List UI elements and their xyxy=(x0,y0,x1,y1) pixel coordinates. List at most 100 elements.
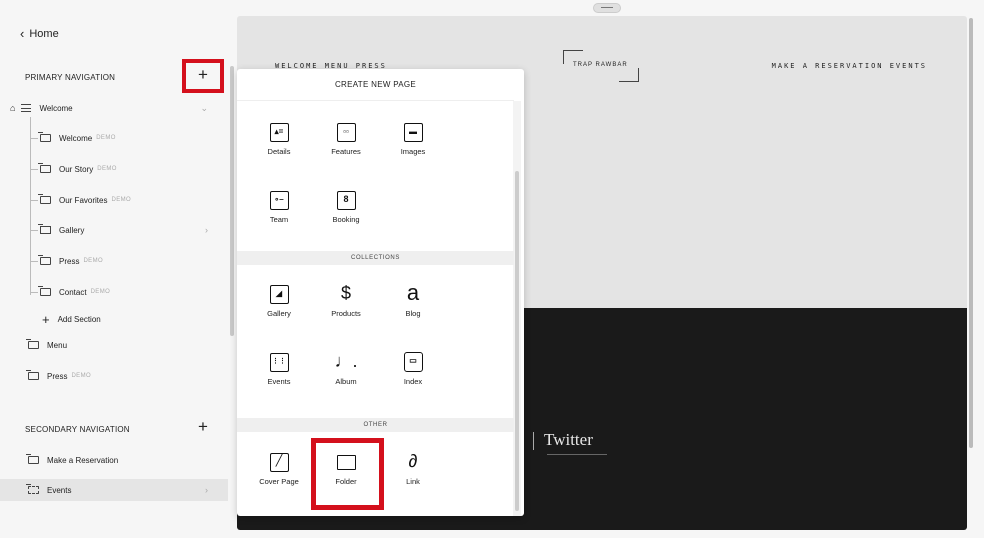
blog-icon: a xyxy=(406,280,420,305)
folder-highlight xyxy=(311,438,384,510)
demo-badge: DEMO xyxy=(90,289,111,295)
sidebar-item-our-favorites[interactable]: Our Favorites DEMO xyxy=(30,189,258,211)
tile-team[interactable]: ∘– Team xyxy=(249,181,309,237)
home-label: Home xyxy=(29,27,59,40)
sidebar-item-our-story[interactable]: Our Story DEMO xyxy=(30,158,258,180)
sidebar-item-contact[interactable]: Contact DEMO xyxy=(30,281,258,303)
plus-icon: + xyxy=(42,311,50,327)
site-nav-right[interactable]: MAKE A RESERVATION EVENTS xyxy=(772,62,927,70)
booking-icon: 8 xyxy=(316,185,376,213)
tile-booking[interactable]: 8 Booking xyxy=(316,181,376,237)
tile-label: Features xyxy=(331,147,361,156)
team-icon: ∘– xyxy=(249,185,309,213)
page-icon xyxy=(26,370,39,380)
home-icon: ⌂ xyxy=(10,103,16,113)
sidebar-item-welcome-demo[interactable]: Welcome DEMO xyxy=(30,127,258,149)
page-icon xyxy=(38,255,51,265)
page-icon xyxy=(38,132,51,142)
features-icon: ▫▫ xyxy=(316,117,376,145)
sidebar-item-label: Gallery xyxy=(59,225,85,235)
preview-scrollbar[interactable] xyxy=(969,18,973,448)
sidebar-item-events[interactable]: Events › xyxy=(0,479,228,501)
popup-title: CREATE NEW PAGE xyxy=(237,69,514,101)
chevron-right-icon[interactable]: › xyxy=(205,225,208,235)
twitter-label: Twitter xyxy=(544,430,593,449)
tile-details[interactable]: ▴= Details xyxy=(249,113,309,169)
tile-label: Products xyxy=(331,309,361,318)
tile-label: Cover Page xyxy=(259,477,299,486)
page-icon xyxy=(26,339,39,349)
tile-products[interactable]: $ Products xyxy=(316,275,376,331)
sidebar-item-label: Make a Reservation xyxy=(47,455,119,465)
sidebar-item-make-reservation[interactable]: Make a Reservation xyxy=(26,449,256,471)
other-header: OTHER xyxy=(237,418,514,432)
add-section-button[interactable]: + Add Section xyxy=(42,308,270,330)
cover-page-icon: ╱ xyxy=(249,447,309,475)
drag-handle[interactable] xyxy=(593,3,621,13)
sidebar-item-label: Welcome xyxy=(39,103,73,113)
sidebar: ‹ Home PRIMARY NAVIGATION + ⌂ Welcome ⌄ … xyxy=(0,0,228,538)
demo-badge: DEMO xyxy=(71,373,92,379)
sidebar-item-press[interactable]: Press DEMO xyxy=(30,250,258,272)
sidebar-item-label: Our Story xyxy=(59,164,94,174)
secondary-navigation-header: SECONDARY NAVIGATION xyxy=(25,425,130,434)
popup-scrollbar[interactable] xyxy=(513,101,521,516)
sidebar-item-label: Our Favorites xyxy=(59,195,108,205)
tile-link[interactable]: ∂ Link xyxy=(383,443,443,499)
tile-label: Events xyxy=(267,377,291,386)
sidebar-item-welcome[interactable]: ⌂ Welcome ⌄ xyxy=(10,97,238,119)
tile-label: Images xyxy=(400,147,426,156)
tile-label: Booking xyxy=(332,215,360,224)
tile-album[interactable]: ♩. Album xyxy=(316,343,376,399)
twitter-link[interactable]: Twitter xyxy=(533,430,607,455)
add-secondary-page-button[interactable]: + xyxy=(193,418,213,438)
details-icon: ▴= xyxy=(249,117,309,145)
sidebar-item-label: Add Section xyxy=(57,314,101,324)
sidebar-item-press-2[interactable]: Press DEMO xyxy=(26,365,256,387)
tile-images[interactable]: ▬ Images xyxy=(383,113,443,169)
chevron-left-icon: ‹ xyxy=(20,26,25,41)
home-back-link[interactable]: ‹ Home xyxy=(20,26,59,41)
sidebar-item-label: Contact xyxy=(59,287,87,297)
tile-blog[interactable]: a Blog xyxy=(383,275,443,331)
demo-badge: DEMO xyxy=(111,197,132,203)
tile-cover-page[interactable]: ╱ Cover Page xyxy=(249,443,309,499)
sidebar-item-label: Menu xyxy=(47,340,68,350)
album-icon: ♩. xyxy=(334,351,358,371)
demo-badge: DEMO xyxy=(96,135,116,141)
sidebar-item-gallery[interactable]: Gallery › xyxy=(30,219,228,241)
chevron-down-icon[interactable]: ⌄ xyxy=(200,103,208,114)
sidebar-scrollbar[interactable] xyxy=(230,66,234,336)
tile-gallery[interactable]: ◢ Gallery xyxy=(249,275,309,331)
tile-events[interactable]: ⋮⋮ Events xyxy=(249,343,309,399)
tile-features[interactable]: ▫▫ Features xyxy=(316,113,376,169)
tile-label: Link xyxy=(406,477,420,486)
sidebar-item-label: Press xyxy=(59,256,80,266)
index-icon: ▭ xyxy=(383,347,443,375)
images-icon: ▬ xyxy=(383,117,443,145)
add-page-highlight xyxy=(182,59,224,93)
demo-badge: DEMO xyxy=(83,258,104,264)
calendar-icon: ⋮⋮ xyxy=(249,347,309,375)
collections-header: COLLECTIONS xyxy=(237,251,514,265)
page-icon xyxy=(38,194,51,204)
sidebar-item-label: Events xyxy=(47,485,72,495)
tile-label: Team xyxy=(269,215,289,224)
tile-index[interactable]: ▭ Index xyxy=(383,343,443,399)
site-logo: TRAP RAWBAR xyxy=(563,50,639,82)
products-icon: $ xyxy=(340,283,351,303)
gallery-icon: ◢ xyxy=(249,279,309,307)
tile-label: Gallery xyxy=(267,309,291,318)
sidebar-item-label: Welcome xyxy=(59,133,93,143)
tile-label: Blog xyxy=(405,309,421,318)
stack-icon xyxy=(21,104,32,112)
link-icon: ∂ xyxy=(408,451,418,471)
primary-navigation-header: PRIMARY NAVIGATION xyxy=(25,73,116,82)
gallery-icon xyxy=(38,224,51,234)
tile-label: Details xyxy=(267,147,291,156)
tile-label: Album xyxy=(335,377,357,386)
sidebar-item-menu[interactable]: Menu xyxy=(26,334,256,356)
page-icon xyxy=(26,454,39,464)
chevron-right-icon[interactable]: › xyxy=(205,485,208,495)
page-icon xyxy=(38,163,51,173)
